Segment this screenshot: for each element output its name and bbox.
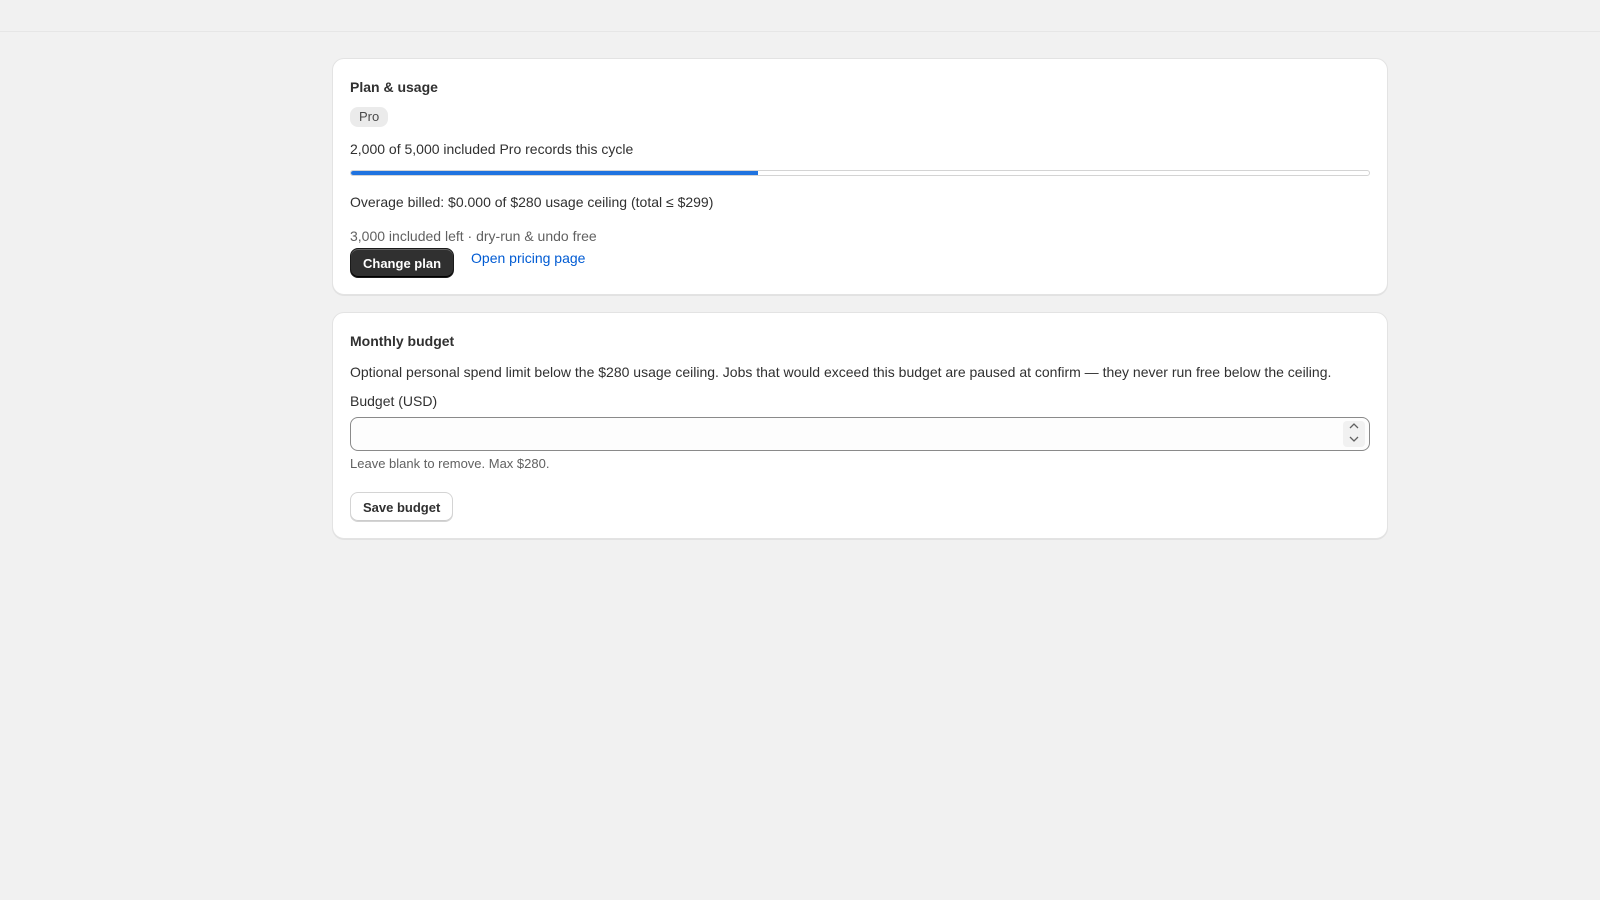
usage-progress-bar	[350, 170, 1370, 176]
budget-input-wrapper	[350, 417, 1370, 451]
chevron-down-icon	[1349, 436, 1359, 442]
budget-stepper[interactable]	[1343, 421, 1365, 447]
remaining-summary: 3,000 included left · dry-run & undo fre…	[350, 228, 597, 244]
change-plan-button[interactable]: Change plan	[350, 248, 455, 278]
budget-help-text: Leave blank to remove. Max $280.	[350, 456, 550, 471]
monthly-budget-title: Monthly budget	[350, 333, 455, 349]
usage-progress-fill	[351, 171, 759, 175]
open-pricing-link[interactable]: Open pricing page	[471, 248, 585, 268]
stepper-down-button[interactable]	[1343, 434, 1365, 447]
budget-description: Optional personal spend limit below the …	[350, 364, 1332, 380]
plan-usage-title: Plan & usage	[350, 79, 438, 95]
settings-page: Plan & usage Pro 2,000 of 5,000 included…	[332, 58, 1388, 556]
stepper-up-button[interactable]	[1343, 421, 1365, 434]
usage-summary: 2,000 of 5,000 included Pro records this…	[350, 141, 634, 157]
save-budget-button[interactable]: Save budget	[350, 492, 454, 522]
plan-badge: Pro	[350, 107, 389, 127]
monthly-budget-card: Monthly budget Optional personal spend l…	[332, 312, 1388, 539]
chevron-up-icon	[1349, 423, 1359, 429]
top-bar	[0, 0, 1600, 32]
plan-usage-card: Plan & usage Pro 2,000 of 5,000 included…	[332, 58, 1388, 295]
budget-input[interactable]	[351, 418, 1369, 450]
plan-actions: Change plan Open pricing page	[350, 248, 1370, 278]
budget-field-label: Budget (USD)	[350, 393, 438, 409]
overage-summary: Overage billed: $0.000 of $280 usage cei…	[350, 194, 714, 210]
